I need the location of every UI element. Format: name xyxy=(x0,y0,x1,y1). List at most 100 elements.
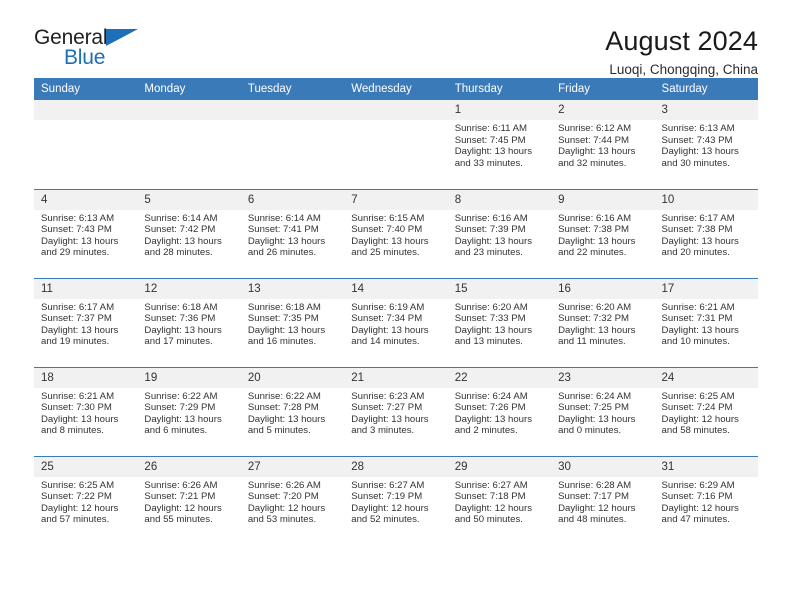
calendar-day-cell[interactable]: 20 Sunrise: 6:22 AM Sunset: 7:28 PM Dayligh… xyxy=(240,366,345,456)
calendar-day-cell[interactable]: 15 Sunrise: 6:20 AM Sunset: 7:33 PM Dayligh… xyxy=(447,277,552,367)
sunset-text: Sunset: 7:27 PM xyxy=(351,402,423,414)
daylight-text-line2: and 32 minutes. xyxy=(558,157,627,169)
sunrise-text: Sunrise: 6:20 AM xyxy=(558,301,632,313)
calendar-day-cell[interactable]: 13 Sunrise: 6:18 AM Sunset: 7:35 PM Dayligh… xyxy=(240,277,345,367)
day-cell-inner: 14 Sunrise: 6:19 AM Sunset: 7:34 PM Dayligh… xyxy=(344,278,448,367)
calendar-day-cell[interactable]: 18 Sunrise: 6:21 AM Sunset: 7:30 PM Dayligh… xyxy=(34,366,138,456)
calendar-day-cell[interactable]: 11 Sunrise: 6:17 AM Sunset: 7:37 PM Dayligh… xyxy=(34,277,138,367)
calendar-day-cell[interactable]: 9 Sunrise: 6:16 AM Sunset: 7:38 PM Daylight… xyxy=(551,188,655,278)
day-number: 28 xyxy=(344,456,448,477)
daylight-text-line1: Daylight: 13 hours xyxy=(558,235,636,247)
weekday-header-sunday: Sunday xyxy=(34,78,138,100)
daylight-text-line1: Daylight: 12 hours xyxy=(661,413,739,425)
daylight-text-line2: and 23 minutes. xyxy=(454,247,523,259)
daylight-text-line1: Daylight: 13 hours xyxy=(661,324,739,336)
day-cell-inner: 23 Sunrise: 6:24 AM Sunset: 7:25 PM Dayligh… xyxy=(551,367,655,456)
calendar-day-cell[interactable]: 4 Sunrise: 6:13 AM Sunset: 7:43 PM Daylight… xyxy=(34,188,138,278)
sunrise-text: Sunrise: 6:27 AM xyxy=(454,479,528,491)
day-details: Sunrise: 6:22 AM Sunset: 7:28 PM Daylight:… xyxy=(241,388,344,437)
daylight-text-line2: and 26 minutes. xyxy=(247,247,317,259)
daylight-text-line1: Daylight: 12 hours xyxy=(661,502,739,514)
day-number: 6 xyxy=(240,189,345,210)
calendar-day-cell[interactable]: 3 Sunrise: 6:13 AM Sunset: 7:43 PM Daylight… xyxy=(654,100,758,189)
day-details: Sunrise: 6:13 AM Sunset: 7:43 PM Daylight:… xyxy=(655,120,758,169)
sunrise-text: Sunrise: 6:24 AM xyxy=(454,390,528,402)
calendar-week-row: 4 Sunrise: 6:13 AM Sunset: 7:43 PM Daylight… xyxy=(34,188,758,278)
calendar-day-cell-empty xyxy=(34,100,138,189)
calendar-day-cell[interactable]: 14 Sunrise: 6:19 AM Sunset: 7:34 PM Dayligh… xyxy=(344,277,448,367)
calendar-day-cell-empty xyxy=(240,100,345,189)
day-cell-inner: 31 Sunrise: 6:29 AM Sunset: 7:16 PM Dayligh… xyxy=(654,456,758,546)
day-cell-inner: 25 Sunrise: 6:25 AM Sunset: 7:22 PM Dayligh… xyxy=(34,456,138,546)
day-details: Sunrise: 6:27 AM Sunset: 7:19 PM Daylight:… xyxy=(344,477,447,526)
calendar-day-cell[interactable]: 24 Sunrise: 6:25 AM Sunset: 7:24 PM Dayligh… xyxy=(654,366,758,456)
day-number xyxy=(240,100,345,120)
page-header: General Blue August 2024 Luoqi, Chongqin… xyxy=(34,0,758,77)
day-number: 9 xyxy=(551,189,655,210)
calendar-day-cell[interactable]: 21 Sunrise: 6:23 AM Sunset: 7:27 PM Dayligh… xyxy=(344,366,448,456)
day-cell-inner: 12 Sunrise: 6:18 AM Sunset: 7:36 PM Dayligh… xyxy=(137,278,241,367)
day-number: 25 xyxy=(34,456,138,477)
day-cell-inner: 24 Sunrise: 6:25 AM Sunset: 7:24 PM Dayligh… xyxy=(654,367,758,456)
day-cell-inner: 20 Sunrise: 6:22 AM Sunset: 7:28 PM Dayligh… xyxy=(240,367,345,456)
day-number: 27 xyxy=(240,456,345,477)
daylight-text-line2: and 13 minutes. xyxy=(454,336,523,348)
day-details: Sunrise: 6:14 AM Sunset: 7:41 PM Daylight:… xyxy=(241,210,344,259)
daylight-text-line1: Daylight: 13 hours xyxy=(144,413,222,425)
calendar-day-cell[interactable]: 12 Sunrise: 6:18 AM Sunset: 7:36 PM Dayligh… xyxy=(137,277,241,367)
weekday-header-wednesday: Wednesday xyxy=(344,78,448,100)
daylight-text-line1: Daylight: 13 hours xyxy=(41,324,119,336)
calendar-day-cell[interactable]: 17 Sunrise: 6:21 AM Sunset: 7:31 PM Dayligh… xyxy=(654,277,758,367)
sunrise-text: Sunrise: 6:22 AM xyxy=(144,390,218,402)
calendar-day-cell[interactable]: 25 Sunrise: 6:25 AM Sunset: 7:22 PM Dayligh… xyxy=(34,455,138,546)
day-number: 7 xyxy=(344,189,448,210)
day-cell-inner: 27 Sunrise: 6:26 AM Sunset: 7:20 PM Dayligh… xyxy=(240,456,345,546)
day-details: Sunrise: 6:20 AM Sunset: 7:33 PM Daylight:… xyxy=(448,299,551,348)
calendar-day-cell[interactable]: 23 Sunrise: 6:24 AM Sunset: 7:25 PM Dayligh… xyxy=(551,366,655,456)
day-number: 11 xyxy=(34,278,138,299)
day-details: Sunrise: 6:11 AM Sunset: 7:45 PM Daylight:… xyxy=(448,120,551,169)
daylight-text-line2: and 30 minutes. xyxy=(661,157,730,169)
calendar-day-cell[interactable]: 26 Sunrise: 6:26 AM Sunset: 7:21 PM Dayligh… xyxy=(137,455,241,545)
calendar-day-cell[interactable]: 31 Sunrise: 6:29 AM Sunset: 7:16 PM Dayligh… xyxy=(654,455,758,546)
day-details: Sunrise: 6:29 AM Sunset: 7:16 PM Daylight:… xyxy=(655,477,758,526)
day-number: 13 xyxy=(240,278,345,299)
calendar-day-cell[interactable]: 19 Sunrise: 6:22 AM Sunset: 7:29 PM Dayligh… xyxy=(137,366,241,456)
daylight-text-line1: Daylight: 13 hours xyxy=(661,235,739,247)
day-cell-inner: 15 Sunrise: 6:20 AM Sunset: 7:33 PM Dayligh… xyxy=(447,278,552,367)
calendar-day-cell[interactable]: 22 Sunrise: 6:24 AM Sunset: 7:26 PM Dayligh… xyxy=(447,366,552,456)
daylight-text-line2: and 50 minutes. xyxy=(454,514,523,526)
day-cell-inner xyxy=(344,100,448,189)
calendar-day-cell[interactable]: 28 Sunrise: 6:27 AM Sunset: 7:19 PM Dayligh… xyxy=(344,455,448,545)
general-blue-logo[interactable]: General Blue xyxy=(34,26,149,72)
day-cell-inner: 17 Sunrise: 6:21 AM Sunset: 7:31 PM Dayligh… xyxy=(654,278,758,367)
daylight-text-line2: and 6 minutes. xyxy=(144,425,208,437)
calendar-day-cell[interactable]: 30 Sunrise: 6:28 AM Sunset: 7:17 PM Dayligh… xyxy=(551,455,655,546)
day-cell-inner: 30 Sunrise: 6:28 AM Sunset: 7:17 PM Dayligh… xyxy=(551,456,655,546)
day-cell-inner: 21 Sunrise: 6:23 AM Sunset: 7:27 PM Dayligh… xyxy=(344,367,448,456)
day-number: 14 xyxy=(344,278,448,299)
sunrise-text: Sunrise: 6:13 AM xyxy=(661,123,735,134)
sunrise-text: Sunrise: 6:24 AM xyxy=(558,390,632,402)
sunrise-text: Sunrise: 6:25 AM xyxy=(41,479,115,491)
day-number: 17 xyxy=(654,278,758,299)
calendar-day-cell[interactable]: 6 Sunrise: 6:14 AM Sunset: 7:41 PM Daylight… xyxy=(240,188,345,278)
day-details: Sunrise: 6:24 AM Sunset: 7:26 PM Daylight:… xyxy=(448,388,551,437)
calendar-day-cell[interactable]: 1 Sunrise: 6:11 AM Sunset: 7:45 PM Daylight… xyxy=(447,100,552,189)
day-details: Sunrise: 6:19 AM Sunset: 7:34 PM Daylight:… xyxy=(344,299,447,348)
daylight-text-line1: Daylight: 13 hours xyxy=(558,146,636,158)
calendar-day-cell[interactable]: 10 Sunrise: 6:17 AM Sunset: 7:38 PM Dayligh… xyxy=(654,188,758,278)
calendar-day-cell[interactable]: 2 Sunrise: 6:12 AM Sunset: 7:44 PM Daylight… xyxy=(551,100,655,189)
calendar-day-cell[interactable]: 29 Sunrise: 6:27 AM Sunset: 7:18 PM Dayligh… xyxy=(447,455,552,545)
calendar-day-cell[interactable]: 16 Sunrise: 6:20 AM Sunset: 7:32 PM Dayligh… xyxy=(551,277,655,367)
sunset-text: Sunset: 7:24 PM xyxy=(661,402,733,414)
calendar-page: General Blue August 2024 Luoqi, Chongqin… xyxy=(0,0,792,612)
triangle-icon xyxy=(106,29,138,46)
calendar-day-cell[interactable]: 8 Sunrise: 6:16 AM Sunset: 7:39 PM Daylight… xyxy=(447,188,552,278)
sunrise-text: Sunrise: 6:15 AM xyxy=(351,212,425,224)
sunrise-text: Sunrise: 6:11 AM xyxy=(454,123,528,134)
calendar-day-cell[interactable]: 7 Sunrise: 6:15 AM Sunset: 7:40 PM Daylight… xyxy=(344,188,448,278)
weekday-header-thursday: Thursday xyxy=(447,78,552,100)
calendar-day-cell[interactable]: 5 Sunrise: 6:14 AM Sunset: 7:42 PM Daylight… xyxy=(137,188,241,278)
calendar-day-cell[interactable]: 27 Sunrise: 6:26 AM Sunset: 7:20 PM Dayligh… xyxy=(240,455,345,546)
